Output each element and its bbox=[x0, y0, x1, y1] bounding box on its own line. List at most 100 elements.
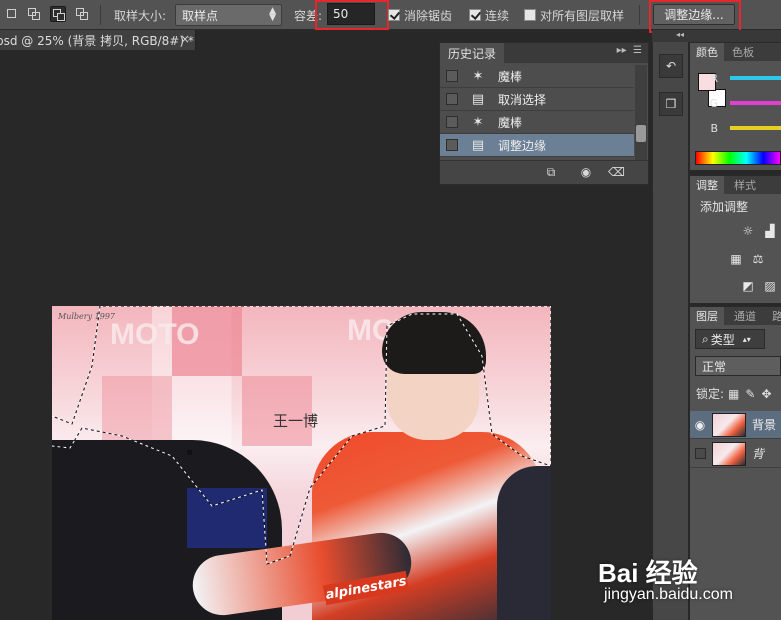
history-item[interactable]: ✶ 魔棒 bbox=[440, 111, 634, 134]
adjustments-panel: 调整 样式 添加调整 ☼ ▟ ▦ ⚖ ◩ ▨ bbox=[690, 175, 781, 303]
layer-row[interactable]: ◉ 背景 bbox=[690, 411, 781, 439]
document-title: psd @ 25% (背景 拷贝, RGB/8#) * bbox=[0, 33, 194, 48]
history-item-selected[interactable]: ▤ 调整边缘 bbox=[440, 134, 634, 157]
separator bbox=[100, 5, 101, 25]
blend-mode-value: 正常 bbox=[702, 359, 727, 374]
layers-panel: 图层 通道 路 ⌕ 类型 ▴▾ 正常 锁定: ▦ ✎ ✥ ◉ 背景 背 bbox=[690, 306, 781, 620]
exposure-icon[interactable]: ▦ bbox=[728, 252, 744, 266]
document-icon: ▤ bbox=[471, 137, 485, 153]
signature-text: Mulbery 1997 bbox=[58, 312, 116, 321]
balance-icon[interactable]: ⚖ bbox=[750, 252, 766, 266]
panel-menu-icon[interactable]: ▸▸ ☰ bbox=[617, 45, 642, 56]
eye-icon[interactable]: ◉ bbox=[690, 418, 710, 432]
history-source-checkbox[interactable] bbox=[446, 116, 458, 128]
sample-all-layers-label: 对所有图层取样 bbox=[540, 8, 625, 23]
new-document-from-state-icon[interactable]: ⧉ bbox=[544, 166, 558, 178]
motorcycle-fairing bbox=[497, 466, 551, 620]
layer-name: 背景 bbox=[752, 418, 777, 432]
layer-name: 背 bbox=[752, 447, 765, 461]
sample-size-label: 取样大小: bbox=[114, 8, 167, 23]
anti-alias-label: 消除锯齿 bbox=[404, 8, 453, 23]
layers-panel-tabs: 图层 通道 路 bbox=[690, 307, 781, 325]
red-slider-track[interactable] bbox=[730, 76, 781, 80]
refine-edge-highlight-box bbox=[649, 0, 741, 33]
sample-all-layers-checkbox[interactable]: 对所有图层取样 bbox=[524, 0, 624, 30]
contiguous-checkbox[interactable]: 连续 bbox=[469, 0, 509, 30]
3d-cube-icon[interactable]: ❒ bbox=[659, 92, 683, 116]
subtract-from-selection-mode-button[interactable] bbox=[50, 6, 66, 22]
color-spectrum-bar[interactable] bbox=[695, 151, 781, 165]
moto-watermark-left: MOTO bbox=[110, 318, 200, 351]
levels-icon[interactable]: ▟ bbox=[762, 224, 778, 238]
history-source-checkbox[interactable] bbox=[446, 139, 458, 151]
tab-adjustments[interactable]: 调整 bbox=[690, 176, 724, 194]
sample-size-value: 取样点 bbox=[182, 8, 219, 23]
green-channel-slider[interactable]: G bbox=[690, 92, 781, 114]
add-adjustment-heading: 添加调整 bbox=[700, 200, 749, 214]
layer-thumbnail bbox=[712, 441, 746, 466]
tab-swatches[interactable]: 色板 bbox=[726, 43, 760, 61]
panel-icon-strip: ↶ ❒ bbox=[652, 42, 688, 620]
history-item-label: 调整边缘 bbox=[498, 138, 547, 153]
history-footer: ⧉ ◉ ⌫ bbox=[440, 160, 648, 184]
lock-paint-icon[interactable]: ✎ bbox=[745, 387, 755, 401]
blue-seat-shape bbox=[187, 488, 267, 548]
history-panel-header: 历史记录 ▸▸ ☰ bbox=[440, 43, 648, 63]
sample-size-select[interactable]: 取样点 ▲ ▼ bbox=[175, 4, 282, 26]
intersect-selection-mode-button[interactable] bbox=[74, 6, 90, 22]
search-icon: ⌕ bbox=[702, 331, 709, 346]
anti-alias-checkbox[interactable]: 消除锯齿 bbox=[388, 0, 452, 30]
brightness-icon[interactable]: ☼ bbox=[740, 224, 756, 238]
canvas-image[interactable]: MOTO MOTO Mulbery 1997 王一博 alpinestars bbox=[52, 306, 551, 620]
green-slider-track[interactable] bbox=[730, 101, 781, 105]
layer-row[interactable]: 背 bbox=[690, 440, 781, 468]
history-scrollbar[interactable] bbox=[635, 65, 647, 160]
history-source-checkbox[interactable] bbox=[446, 93, 458, 105]
new-selection-mode-button[interactable] bbox=[4, 6, 20, 22]
blend-mode-select[interactable]: 正常 bbox=[695, 356, 781, 376]
history-panel-icon[interactable]: ↶ bbox=[659, 54, 683, 78]
blue-channel-slider[interactable]: B bbox=[690, 117, 781, 139]
tab-paths[interactable]: 路 bbox=[766, 307, 781, 325]
layer-filter-select[interactable]: ⌕ 类型 ▴▾ bbox=[695, 329, 765, 349]
tab-styles[interactable]: 样式 bbox=[728, 176, 762, 194]
tab-color[interactable]: 颜色 bbox=[690, 43, 724, 61]
trash-icon[interactable]: ⌫ bbox=[608, 166, 625, 178]
lock-transparency-icon[interactable]: ▦ bbox=[728, 387, 739, 401]
scrollbar-thumb[interactable] bbox=[636, 125, 646, 142]
lock-row: 锁定: ▦ ✎ ✥ bbox=[696, 385, 772, 402]
history-source-checkbox[interactable] bbox=[446, 70, 458, 82]
close-document-icon[interactable]: × bbox=[180, 32, 190, 46]
layer-filter-value: 类型 bbox=[710, 332, 735, 347]
contiguous-label: 连续 bbox=[485, 8, 510, 23]
add-to-selection-mode-button[interactable] bbox=[26, 6, 42, 22]
history-item[interactable]: ▤ 取消选择 bbox=[440, 88, 634, 111]
sample-all-layers-check-icon bbox=[524, 9, 536, 21]
baidu-jingyan-logo: Bai 经验 bbox=[598, 553, 698, 590]
history-item-label: 魔棒 bbox=[498, 115, 523, 130]
document-tab[interactable]: psd @ 25% (背景 拷贝, RGB/8#) * × bbox=[0, 30, 196, 50]
tab-layers[interactable]: 图层 bbox=[690, 307, 724, 325]
marker-dot bbox=[187, 450, 192, 455]
history-item[interactable]: ✶ 魔棒 bbox=[440, 65, 634, 88]
history-tab[interactable]: 历史记录 bbox=[440, 43, 505, 63]
curves-icon[interactable]: ◩ bbox=[740, 279, 756, 293]
blue-channel-label: B bbox=[710, 121, 718, 135]
checker-tile bbox=[102, 376, 172, 446]
baidu-logo-text: Bai 经验 bbox=[598, 558, 698, 588]
anti-alias-check-icon bbox=[388, 9, 400, 21]
select-arrows-icon: ▲ ▼ bbox=[269, 6, 276, 23]
snapshot-camera-icon[interactable]: ◉ bbox=[579, 166, 593, 178]
gradient-map-icon[interactable]: ▨ bbox=[762, 279, 778, 293]
document-icon: ▤ bbox=[471, 91, 485, 107]
select-arrows-icon: ▴▾ bbox=[742, 334, 751, 344]
dock-collapse-bar[interactable]: ◂◂ bbox=[652, 30, 781, 42]
lock-position-icon[interactable]: ✥ bbox=[761, 387, 771, 401]
blue-slider-track[interactable] bbox=[730, 126, 781, 130]
tab-channels[interactable]: 通道 bbox=[728, 307, 762, 325]
red-channel-slider[interactable]: R bbox=[690, 67, 781, 89]
visibility-toggle[interactable] bbox=[690, 448, 710, 459]
caption-text: 王一博 bbox=[273, 412, 319, 430]
separator bbox=[639, 5, 640, 25]
rider-hair bbox=[382, 312, 486, 374]
